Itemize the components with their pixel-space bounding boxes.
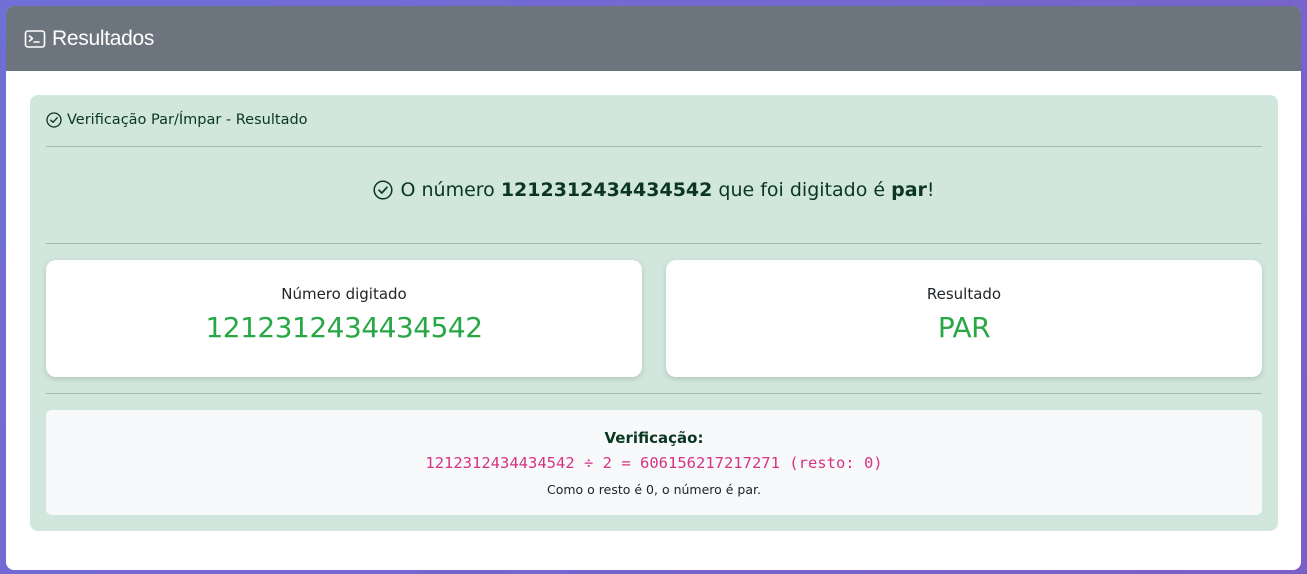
message-result: par [891, 179, 927, 201]
result-alert: Verificação Par/Ímpar - Resultado O núme… [30, 95, 1278, 531]
divider [46, 393, 1262, 394]
divider [46, 243, 1262, 244]
message-suffix: ! [926, 179, 935, 201]
message-number: 1212312434434542 [500, 179, 713, 201]
results-card: Resultados Verificação Par/Ímpar - Resul… [6, 6, 1301, 570]
card-title: Resultados [52, 26, 155, 50]
number-value: 1212312434434542 [205, 311, 483, 344]
verification-box: Verificação: 1212312434434542 ÷ 2 = 6061… [46, 410, 1262, 515]
alert-heading-text: Verificação Par/Ímpar - Resultado [67, 112, 308, 128]
terminal-icon [24, 28, 46, 50]
message-prefix: O número [400, 179, 501, 201]
number-label: Número digitado [281, 285, 407, 303]
message-middle: que foi digitado é [712, 179, 892, 201]
result-message: O número 1212312434434542 que foi digita… [30, 179, 1278, 201]
verification-title: Verificação: [604, 429, 704, 447]
alert-heading: Verificação Par/Ímpar - Resultado [46, 112, 308, 128]
number-stat-card: Número digitado 1212312434434542 [46, 260, 642, 377]
result-label: Resultado [926, 285, 1002, 303]
result-value: PAR [937, 311, 991, 344]
check-circle-icon [46, 112, 62, 128]
verification-note: Como o resto é 0, o número é par. [547, 482, 761, 497]
card-header: Resultados [6, 6, 1301, 71]
verification-code: 1212312434434542 ÷ 2 = 606156217217271 (… [425, 454, 883, 472]
result-stat-card: Resultado PAR [666, 260, 1262, 377]
check-circle-icon [373, 180, 394, 200]
divider [46, 146, 1262, 147]
